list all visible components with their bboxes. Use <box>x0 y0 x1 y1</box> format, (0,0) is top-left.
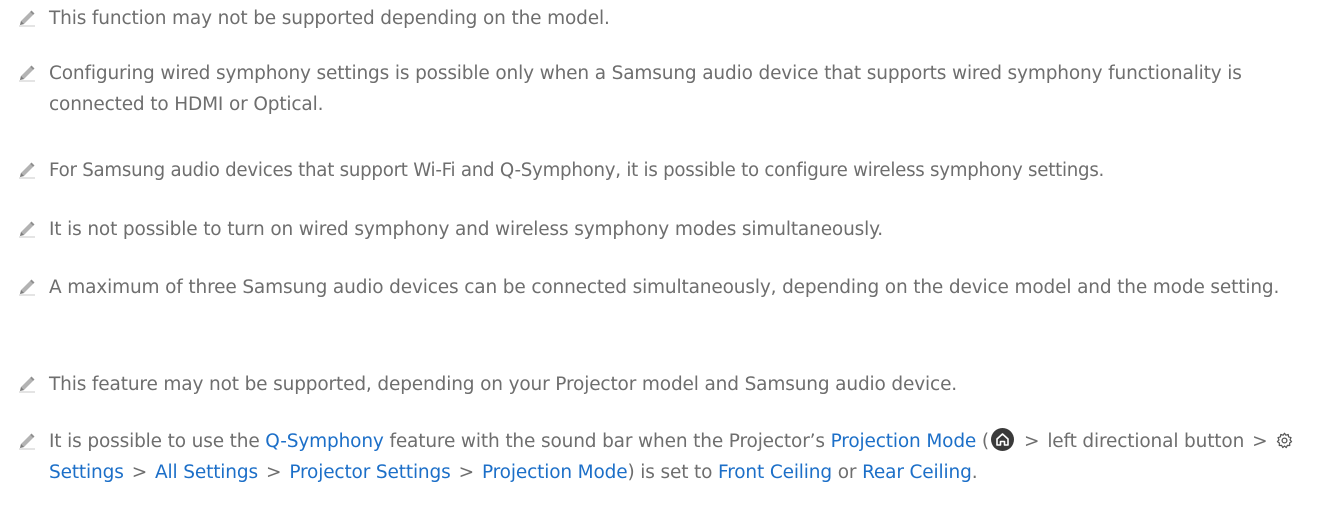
note-text: A maximum of three Samsung audio devices… <box>49 277 1280 298</box>
text-fragment: It is possible to use the <box>49 431 266 452</box>
pencil-icon <box>0 58 49 88</box>
path-separator: > <box>265 462 282 483</box>
note-item: For Samsung audio devices that support W… <box>0 155 1318 186</box>
note-item: It is not possible to turn on wired symp… <box>0 214 1318 245</box>
home-button-icon <box>990 428 1014 451</box>
pencil-icon <box>0 155 49 185</box>
note-item: This feature may not be supported, depen… <box>0 369 1318 400</box>
front-ceiling-term: Front Ceiling <box>718 462 832 483</box>
projector-settings-term: Projector Settings <box>289 462 451 483</box>
note-text: Configuring wired symphony settings is p… <box>49 63 1242 115</box>
text-fragment: . <box>971 462 978 483</box>
note-item: It is possible to use the Q-Symphony fea… <box>0 426 1318 488</box>
note-text-path: It is possible to use the Q-Symphony fea… <box>49 426 1318 488</box>
text-fragment: ( <box>976 431 989 452</box>
rear-ceiling-term: Rear Ceiling <box>862 462 972 483</box>
path-separator: > <box>1252 431 1268 452</box>
path-separator: > <box>1023 431 1040 452</box>
projection-mode-term: Projection Mode <box>481 462 628 483</box>
pencil-icon <box>0 272 49 302</box>
pencil-icon <box>0 214 49 244</box>
path-separator: > <box>458 462 475 483</box>
settings-term: Settings <box>49 462 124 483</box>
gear-icon <box>1276 432 1293 449</box>
note-item: This function may not be supported depen… <box>0 3 1318 34</box>
pencil-icon <box>0 369 49 399</box>
projection-mode-term: Projection Mode <box>830 431 977 452</box>
pencil-icon <box>0 426 49 456</box>
note-text: This function may not be supported depen… <box>49 8 610 29</box>
note-text: For Samsung audio devices that support W… <box>49 160 1105 181</box>
q-symphony-term: Q-Symphony <box>265 431 384 452</box>
note-item: Configuring wired symphony settings is p… <box>0 58 1318 120</box>
all-settings-term: All Settings <box>155 462 258 483</box>
notes-list: This function may not be supported depen… <box>0 0 1320 527</box>
pencil-icon <box>0 3 49 33</box>
note-item: A maximum of three Samsung audio devices… <box>0 272 1318 303</box>
left-button-text: left directional button <box>1047 431 1245 452</box>
text-fragment: feature with the sound bar when the Proj… <box>383 431 831 452</box>
text-fragment: or <box>831 462 863 483</box>
note-text: It is not possible to turn on wired symp… <box>49 219 884 240</box>
path-separator: > <box>131 462 148 483</box>
note-text: This feature may not be supported, depen… <box>49 374 958 395</box>
text-fragment: ) is set to <box>627 462 719 483</box>
